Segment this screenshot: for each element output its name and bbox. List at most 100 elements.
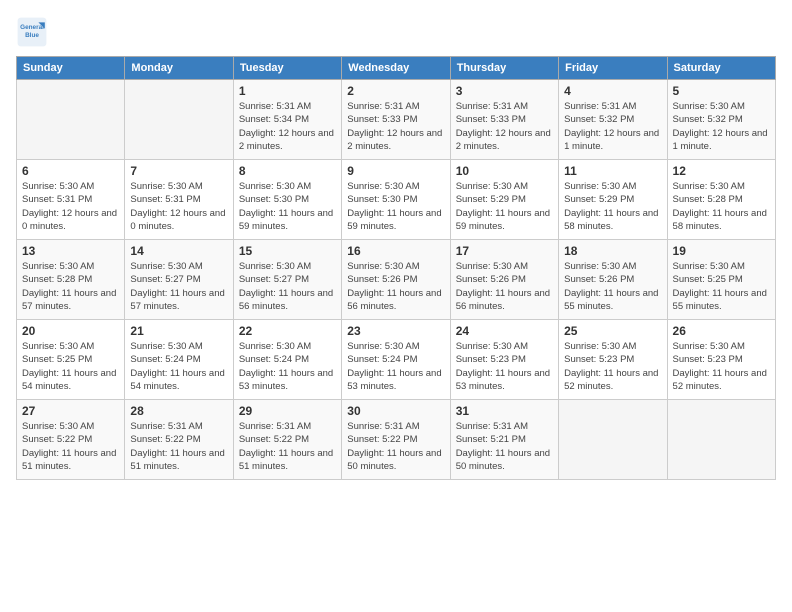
week-row-3: 13 Sunrise: 5:30 AM Sunset: 5:28 PM Dayli… <box>17 240 776 320</box>
calendar-cell: 7 Sunrise: 5:30 AM Sunset: 5:31 PM Daylig… <box>125 160 233 240</box>
calendar-cell: 6 Sunrise: 5:30 AM Sunset: 5:31 PM Daylig… <box>17 160 125 240</box>
calendar-cell: 21Sunrise: 5:30 AM Sunset: 5:24 PM Dayli… <box>125 320 233 400</box>
day-number: 31 <box>456 404 553 418</box>
svg-text:Blue: Blue <box>25 32 39 39</box>
col-header-monday: Monday <box>125 57 233 80</box>
day-number: 19 <box>673 244 770 258</box>
day-info: Sunrise: 5:31 AM Sunset: 5:33 PM Dayligh… <box>347 100 444 153</box>
day-info: Sunrise: 5:31 AM Sunset: 5:21 PM Dayligh… <box>456 420 553 473</box>
day-info: Sunrise: 5:30 AM Sunset: 5:31 PM Dayligh… <box>130 180 227 233</box>
calendar-cell: 30 Sunrise: 5:31 AM Sunset: 5:22 PM Dayli… <box>342 400 450 480</box>
day-number: 10 <box>456 164 553 178</box>
calendar-cell: 19 Sunrise: 5:30 AM Sunset: 5:25 PM Dayli… <box>667 240 775 320</box>
calendar-cell: 31 Sunrise: 5:31 AM Sunset: 5:21 PM Dayli… <box>450 400 558 480</box>
day-info: Sunrise: 5:31 AM Sunset: 5:34 PM Dayligh… <box>239 100 336 153</box>
day-number: 6 <box>22 164 119 178</box>
day-number: 11 <box>564 164 661 178</box>
day-number: 17 <box>456 244 553 258</box>
day-number: 20 <box>22 324 119 338</box>
calendar-cell: 11Sunrise: 5:30 AM Sunset: 5:29 PM Dayli… <box>559 160 667 240</box>
calendar-cell: 28 Sunrise: 5:31 AM Sunset: 5:22 PM Dayli… <box>125 400 233 480</box>
day-info: Sunrise: 5:30 AM Sunset: 5:28 PM Dayligh… <box>22 260 119 313</box>
day-number: 9 <box>347 164 444 178</box>
calendar-cell: 26 Sunrise: 5:30 AM Sunset: 5:23 PM Dayli… <box>667 320 775 400</box>
day-info: Sunrise: 5:30 AM Sunset: 5:26 PM Dayligh… <box>347 260 444 313</box>
day-number: 27 <box>22 404 119 418</box>
calendar-cell: 20 Sunrise: 5:30 AM Sunset: 5:25 PM Dayli… <box>17 320 125 400</box>
day-number: 26 <box>673 324 770 338</box>
day-info: Sunrise: 5:30 AM Sunset: 5:27 PM Dayligh… <box>239 260 336 313</box>
day-info: Sunrise: 5:30 AM Sunset: 5:23 PM Dayligh… <box>456 340 553 393</box>
day-number: 4 <box>564 84 661 98</box>
calendar-cell: 18Sunrise: 5:30 AM Sunset: 5:26 PM Dayli… <box>559 240 667 320</box>
calendar-cell: 27 Sunrise: 5:30 AM Sunset: 5:22 PM Dayli… <box>17 400 125 480</box>
day-number: 15 <box>239 244 336 258</box>
day-info: Sunrise: 5:31 AM Sunset: 5:32 PM Dayligh… <box>564 100 661 153</box>
calendar-cell: 3Sunrise: 5:31 AM Sunset: 5:33 PM Daylig… <box>450 80 558 160</box>
day-number: 12 <box>673 164 770 178</box>
week-row-1: 1 Sunrise: 5:31 AM Sunset: 5:34 PM Daylig… <box>17 80 776 160</box>
week-row-5: 27 Sunrise: 5:30 AM Sunset: 5:22 PM Dayli… <box>17 400 776 480</box>
day-info: Sunrise: 5:30 AM Sunset: 5:25 PM Dayligh… <box>22 340 119 393</box>
calendar-cell <box>17 80 125 160</box>
day-number: 2 <box>347 84 444 98</box>
day-info: Sunrise: 5:31 AM Sunset: 5:22 PM Dayligh… <box>239 420 336 473</box>
day-number: 30 <box>347 404 444 418</box>
day-number: 13 <box>22 244 119 258</box>
day-number: 7 <box>130 164 227 178</box>
day-info: Sunrise: 5:30 AM Sunset: 5:29 PM Dayligh… <box>456 180 553 233</box>
day-number: 22 <box>239 324 336 338</box>
day-info: Sunrise: 5:30 AM Sunset: 5:24 PM Dayligh… <box>239 340 336 393</box>
calendar-cell: 8 Sunrise: 5:30 AM Sunset: 5:30 PM Daylig… <box>233 160 341 240</box>
calendar-cell: 10 Sunrise: 5:30 AM Sunset: 5:29 PM Dayli… <box>450 160 558 240</box>
header-row: SundayMondayTuesdayWednesdayThursdayFrid… <box>17 57 776 80</box>
calendar-cell: 13 Sunrise: 5:30 AM Sunset: 5:28 PM Dayli… <box>17 240 125 320</box>
day-info: Sunrise: 5:30 AM Sunset: 5:31 PM Dayligh… <box>22 180 119 233</box>
col-header-friday: Friday <box>559 57 667 80</box>
day-info: Sunrise: 5:30 AM Sunset: 5:25 PM Dayligh… <box>673 260 770 313</box>
svg-text:General: General <box>20 24 44 31</box>
calendar-cell <box>667 400 775 480</box>
calendar-cell: 15 Sunrise: 5:30 AM Sunset: 5:27 PM Dayli… <box>233 240 341 320</box>
calendar-cell: 2 Sunrise: 5:31 AM Sunset: 5:33 PM Daylig… <box>342 80 450 160</box>
day-info: Sunrise: 5:30 AM Sunset: 5:30 PM Dayligh… <box>347 180 444 233</box>
day-number: 23 <box>347 324 444 338</box>
day-info: Sunrise: 5:30 AM Sunset: 5:27 PM Dayligh… <box>130 260 227 313</box>
day-info: Sunrise: 5:30 AM Sunset: 5:23 PM Dayligh… <box>673 340 770 393</box>
calendar-cell: 14 Sunrise: 5:30 AM Sunset: 5:27 PM Dayli… <box>125 240 233 320</box>
day-info: Sunrise: 5:30 AM Sunset: 5:23 PM Dayligh… <box>564 340 661 393</box>
col-header-sunday: Sunday <box>17 57 125 80</box>
calendar-cell: 12Sunrise: 5:30 AM Sunset: 5:28 PM Dayli… <box>667 160 775 240</box>
day-number: 1 <box>239 84 336 98</box>
calendar-cell: 5 Sunrise: 5:30 AM Sunset: 5:32 PM Daylig… <box>667 80 775 160</box>
calendar-cell: 4 Sunrise: 5:31 AM Sunset: 5:32 PM Daylig… <box>559 80 667 160</box>
col-header-thursday: Thursday <box>450 57 558 80</box>
day-info: Sunrise: 5:30 AM Sunset: 5:30 PM Dayligh… <box>239 180 336 233</box>
day-info: Sunrise: 5:30 AM Sunset: 5:22 PM Dayligh… <box>22 420 119 473</box>
col-header-saturday: Saturday <box>667 57 775 80</box>
day-number: 28 <box>130 404 227 418</box>
day-number: 29 <box>239 404 336 418</box>
day-info: Sunrise: 5:31 AM Sunset: 5:22 PM Dayligh… <box>347 420 444 473</box>
day-info: Sunrise: 5:30 AM Sunset: 5:26 PM Dayligh… <box>564 260 661 313</box>
day-number: 5 <box>673 84 770 98</box>
day-number: 21 <box>130 324 227 338</box>
calendar-cell <box>559 400 667 480</box>
week-row-4: 20 Sunrise: 5:30 AM Sunset: 5:25 PM Dayli… <box>17 320 776 400</box>
logo: General Blue <box>16 16 52 48</box>
calendar-cell: 17Sunrise: 5:30 AM Sunset: 5:26 PM Dayli… <box>450 240 558 320</box>
day-number: 8 <box>239 164 336 178</box>
day-info: Sunrise: 5:30 AM Sunset: 5:32 PM Dayligh… <box>673 100 770 153</box>
week-row-2: 6 Sunrise: 5:30 AM Sunset: 5:31 PM Daylig… <box>17 160 776 240</box>
calendar-cell <box>125 80 233 160</box>
calendar-cell: 16 Sunrise: 5:30 AM Sunset: 5:26 PM Dayli… <box>342 240 450 320</box>
calendar-cell: 25Sunrise: 5:30 AM Sunset: 5:23 PM Dayli… <box>559 320 667 400</box>
day-number: 14 <box>130 244 227 258</box>
col-header-wednesday: Wednesday <box>342 57 450 80</box>
day-number: 16 <box>347 244 444 258</box>
day-info: Sunrise: 5:31 AM Sunset: 5:33 PM Dayligh… <box>456 100 553 153</box>
calendar-cell: 22 Sunrise: 5:30 AM Sunset: 5:24 PM Dayli… <box>233 320 341 400</box>
calendar-cell: 23Sunrise: 5:30 AM Sunset: 5:24 PM Dayli… <box>342 320 450 400</box>
day-info: Sunrise: 5:31 AM Sunset: 5:22 PM Dayligh… <box>130 420 227 473</box>
day-number: 24 <box>456 324 553 338</box>
